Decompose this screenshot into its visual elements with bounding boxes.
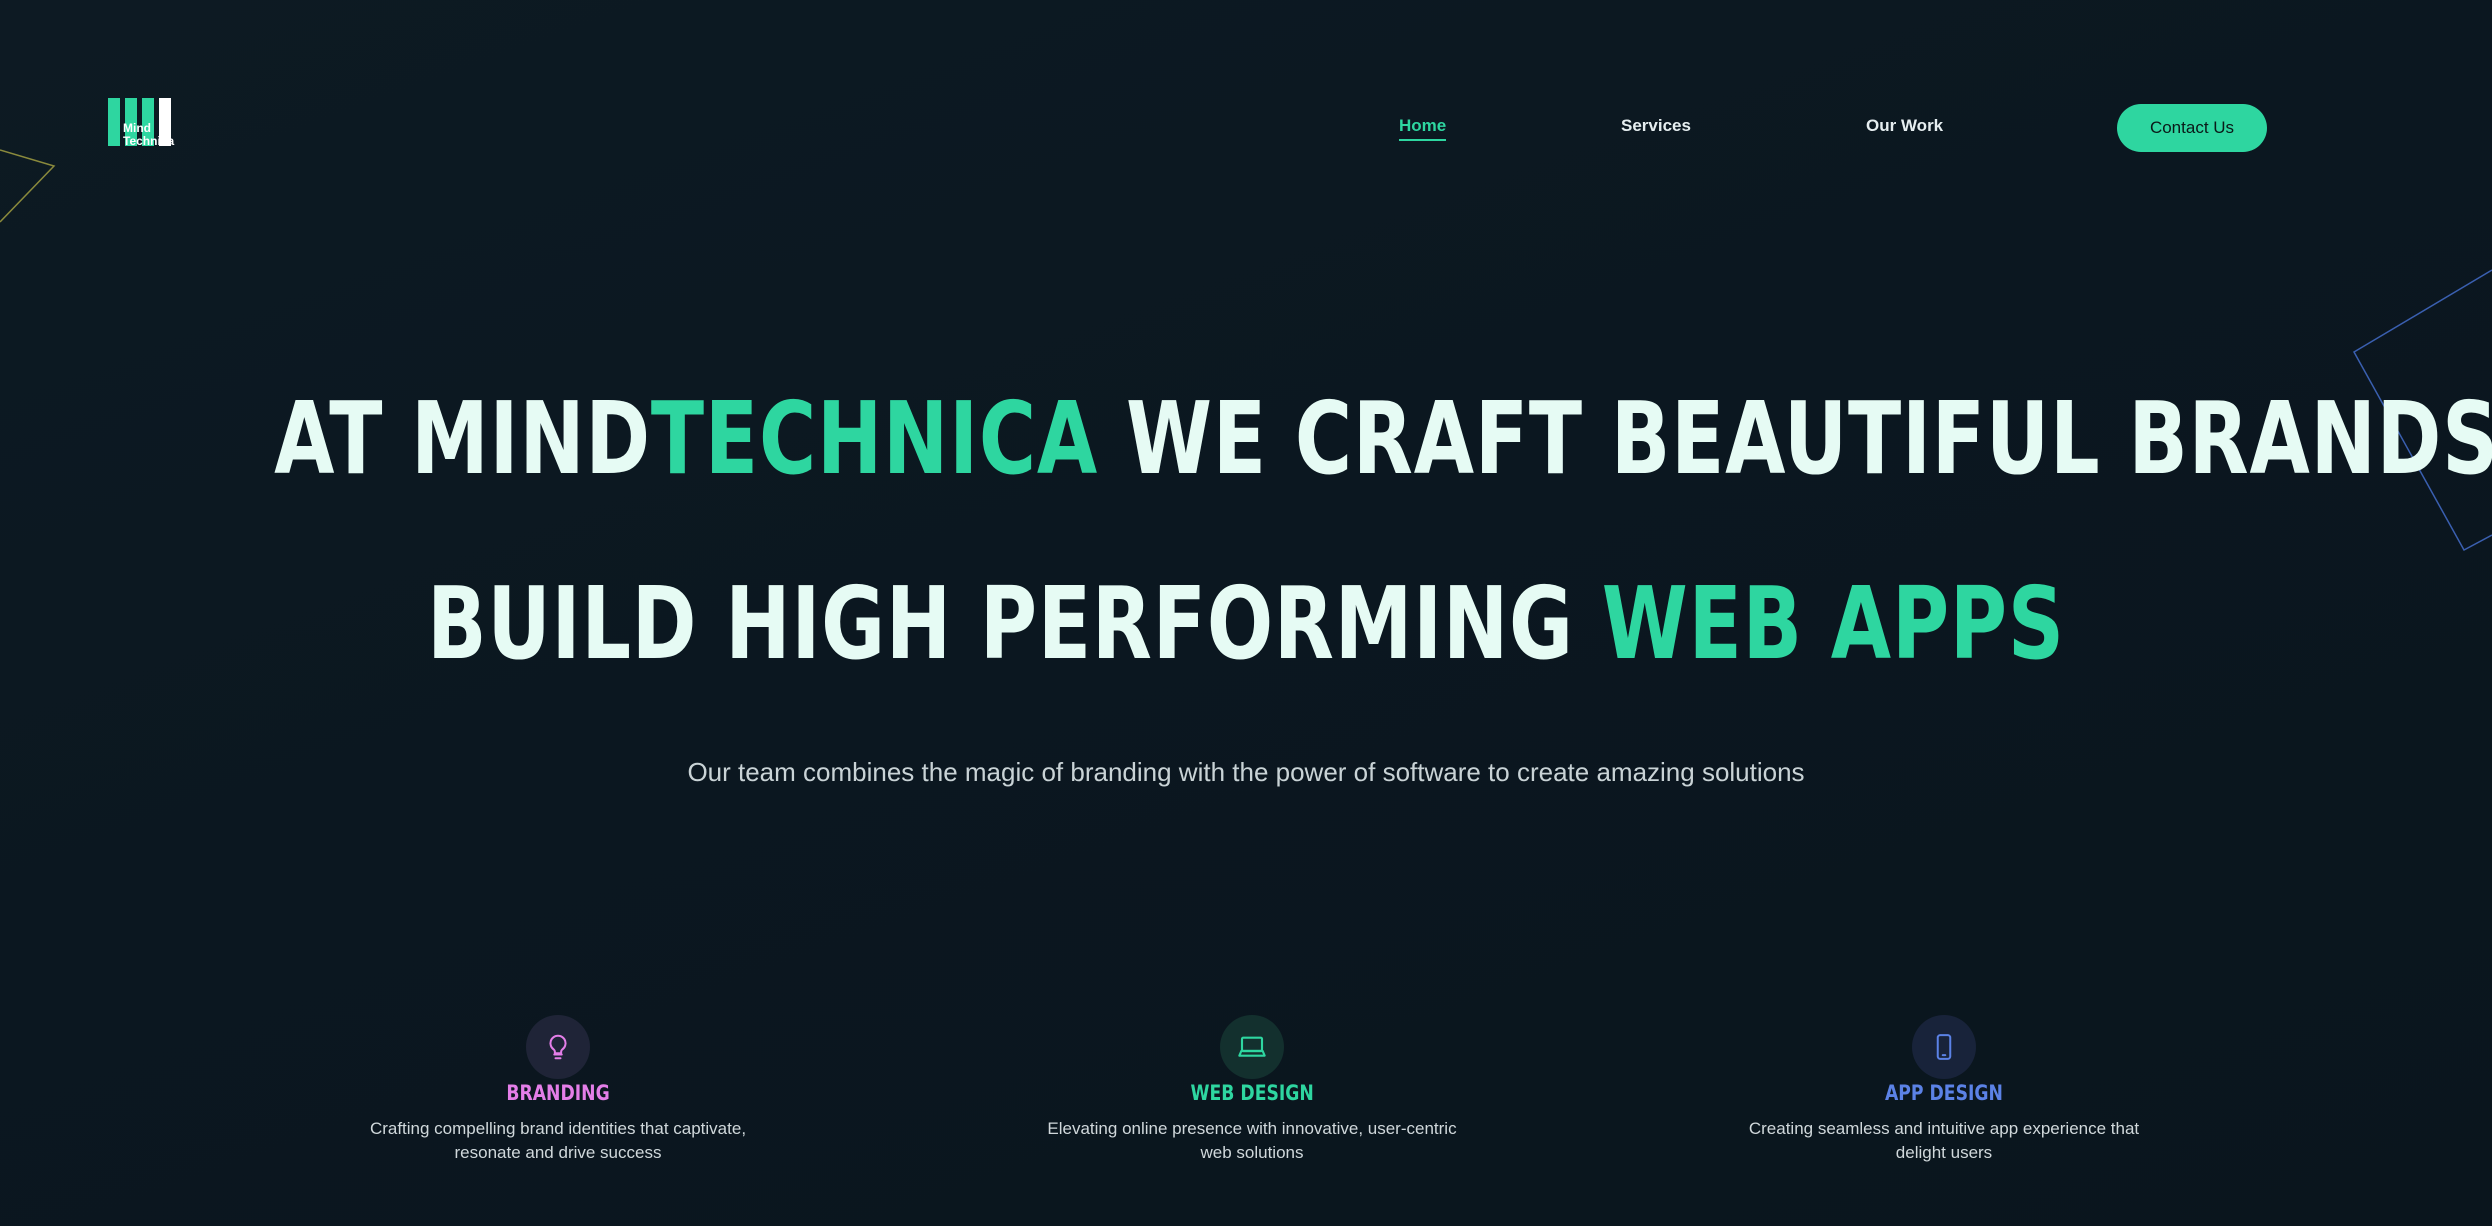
- logo-line-2: Technica: [123, 134, 175, 148]
- logo-bar: [108, 98, 120, 146]
- nav-services[interactable]: Services: [1621, 116, 1691, 136]
- service-branding: BRANDING Crafting compelling brand ident…: [348, 1015, 768, 1165]
- logo-text: Mind Technica: [123, 122, 174, 148]
- nav-home[interactable]: Home: [1399, 116, 1447, 141]
- service-title: BRANDING: [506, 1081, 610, 1105]
- service-title: APP DESIGN: [1885, 1081, 2003, 1105]
- lightbulb-icon: [526, 1015, 590, 1079]
- service-description: Elevating online presence with innovativ…: [1047, 1119, 1457, 1162]
- laptop-icon: [1220, 1015, 1284, 1079]
- hero-headline-line-1: AT MINDTECHNICA WE CRAFT BEAUTIFUL BRAND…: [274, 380, 2492, 497]
- service-app-design: APP DESIGN Creating seamless and intuiti…: [1734, 1015, 2154, 1165]
- corner-triangle-outline: [0, 149, 56, 223]
- contact-us-button[interactable]: Contact Us: [2117, 104, 2267, 152]
- page: Mind Technica Home Services Our Work Con…: [0, 0, 2492, 1226]
- smartphone-icon: [1912, 1015, 1976, 1079]
- service-description: Crafting compelling brand identities tha…: [369, 1119, 747, 1162]
- service-web-design: WEB DESIGN Elevating online presence wit…: [1042, 1015, 1462, 1165]
- hero-text: WE CRAFT BEAUTIFUL BRANDS AND WE: [1126, 380, 2492, 497]
- hero-text: BUILD HIGH PERFORMING: [427, 565, 1602, 682]
- hero-text: AT MIND: [274, 380, 651, 497]
- service-title: WEB DESIGN: [1190, 1081, 1314, 1105]
- nav-our-work[interactable]: Our Work: [1866, 116, 1943, 136]
- hero-highlight: WEB APPS: [1601, 565, 2065, 682]
- hero-subtitle: Our team combines the magic of branding …: [687, 757, 1805, 787]
- hero-headline-line-2: BUILD HIGH PERFORMING WEB APPS: [274, 565, 2218, 682]
- service-description: Creating seamless and intuitive app expe…: [1748, 1119, 2140, 1162]
- logo[interactable]: Mind Technica: [108, 96, 174, 148]
- hero-highlight: TECHNICA: [650, 380, 1099, 497]
